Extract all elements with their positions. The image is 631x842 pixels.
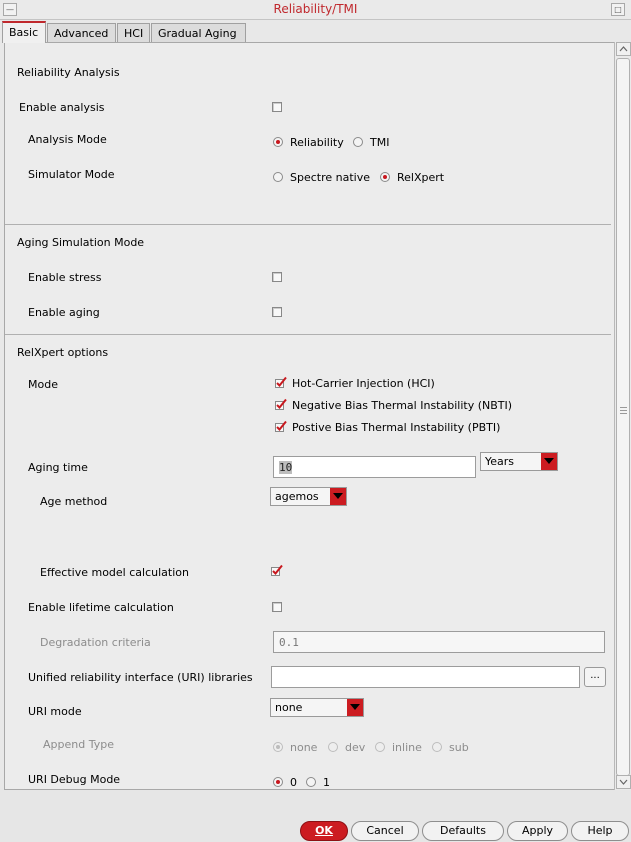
analysis-mode-reliability-label: Reliability xyxy=(290,136,344,149)
chevron-down-icon xyxy=(619,779,628,785)
uri-mode-label: URI mode xyxy=(28,705,82,718)
simulator-mode-label: Simulator Mode xyxy=(28,168,115,181)
enable-analysis-checkbox[interactable] xyxy=(272,102,282,112)
tab-hci[interactable]: HCI xyxy=(117,23,150,43)
tab-gradual-aging[interactable]: Gradual Aging xyxy=(151,23,246,43)
enable-analysis-label: Enable analysis xyxy=(19,101,105,114)
help-button[interactable]: Help xyxy=(571,821,629,841)
help-button-label: Help xyxy=(587,824,613,837)
defaults-button[interactable]: Defaults xyxy=(422,821,504,841)
nbti-label: Negative Bias Thermal Instability (NBTI) xyxy=(292,399,513,412)
analysis-mode-tmi-label: TMI xyxy=(370,136,390,149)
aging-time-label: Aging time xyxy=(28,461,88,474)
grip-line xyxy=(620,410,627,411)
simulator-mode-relxpert-radio[interactable] xyxy=(380,172,390,182)
grip-line xyxy=(620,407,627,408)
chevron-down-icon xyxy=(330,488,346,505)
analysis-mode-label: Analysis Mode xyxy=(28,133,107,146)
ok-button-label: OK xyxy=(315,824,333,837)
section-divider xyxy=(5,334,611,335)
append-type-sub-radio[interactable] xyxy=(432,742,442,752)
mode-label: Mode xyxy=(28,378,58,391)
append-type-none-label: none xyxy=(290,741,318,754)
window-title: Reliability/TMI xyxy=(273,2,358,16)
append-type-sub-label: sub xyxy=(449,741,469,754)
grip-line xyxy=(620,413,627,414)
dialog-footer: OK Cancel Defaults Apply Help xyxy=(0,790,631,842)
simulator-mode-relxpert-label: RelXpert xyxy=(397,171,445,184)
enable-aging-checkbox[interactable] xyxy=(272,307,282,317)
enable-lifetime-checkbox[interactable] xyxy=(272,602,282,612)
section-header-reliability-analysis: Reliability Analysis xyxy=(17,66,120,79)
hci-label: Hot-Carrier Injection (HCI) xyxy=(292,377,435,390)
uri-browse-button[interactable]: ... xyxy=(584,667,606,687)
aging-time-unit-select[interactable]: Years xyxy=(480,452,558,471)
section-divider xyxy=(5,224,611,225)
enable-lifetime-label: Enable lifetime calculation xyxy=(28,601,174,614)
tab-advanced[interactable]: Advanced xyxy=(47,23,116,43)
scroll-thumb[interactable] xyxy=(616,58,630,776)
append-type-dev-label: dev xyxy=(345,741,366,754)
uri-debug-1-radio[interactable] xyxy=(306,777,316,787)
aging-time-input[interactable]: 10 xyxy=(273,456,476,478)
simulator-mode-spectre-label: Spectre native xyxy=(290,171,370,184)
append-type-label: Append Type xyxy=(43,738,114,751)
title-bar: — Reliability/TMI □ xyxy=(0,0,631,20)
enable-stress-checkbox[interactable] xyxy=(272,272,282,282)
append-type-inline-label: inline xyxy=(392,741,422,754)
chevron-down-icon xyxy=(541,453,557,470)
nbti-checkbox[interactable] xyxy=(275,398,287,410)
age-method-value: agemos xyxy=(275,490,319,503)
degradation-criteria-input[interactable]: 0.1 xyxy=(273,631,605,653)
pbti-checkbox[interactable] xyxy=(275,420,287,432)
effective-model-label: Effective model calculation xyxy=(40,566,189,579)
uri-debug-0-radio[interactable] xyxy=(273,777,283,787)
pbti-label: Postive Bias Thermal Instability (PBTI) xyxy=(292,421,501,434)
vertical-scrollbar[interactable] xyxy=(614,42,631,790)
scroll-up-button[interactable] xyxy=(616,42,631,56)
uri-mode-select[interactable]: none xyxy=(270,698,364,717)
append-type-inline-radio[interactable] xyxy=(375,742,385,752)
analysis-mode-reliability-radio[interactable] xyxy=(273,137,283,147)
effective-model-checkbox[interactable] xyxy=(271,564,283,576)
aging-time-value: 10 xyxy=(279,461,293,474)
tab-bar: Basic Advanced HCI Gradual Aging xyxy=(0,21,631,43)
apply-button-label: Apply xyxy=(521,824,554,837)
age-method-select[interactable]: agemos xyxy=(270,487,347,506)
analysis-mode-tmi-radio[interactable] xyxy=(353,137,363,147)
chevron-down-icon xyxy=(347,699,363,716)
maximize-button[interactable]: □ xyxy=(611,3,625,16)
aging-time-unit-value: Years xyxy=(485,455,515,468)
cancel-button-label: Cancel xyxy=(366,824,404,837)
apply-button[interactable]: Apply xyxy=(507,821,568,841)
enable-stress-label: Enable stress xyxy=(28,271,102,284)
uri-mode-value: none xyxy=(275,701,303,714)
uri-libraries-input[interactable] xyxy=(271,666,580,688)
simulator-mode-spectre-radio[interactable] xyxy=(273,172,283,182)
uri-debug-0-label: 0 xyxy=(290,776,297,789)
append-type-dev-radio[interactable] xyxy=(328,742,338,752)
defaults-button-label: Defaults xyxy=(440,824,486,837)
degradation-criteria-label: Degradation criteria xyxy=(40,636,151,649)
ok-button[interactable]: OK xyxy=(300,821,348,841)
section-header-aging-simulation: Aging Simulation Mode xyxy=(17,236,145,249)
enable-aging-label: Enable aging xyxy=(28,306,100,319)
uri-libraries-label: Unified reliability interface (URI) libr… xyxy=(28,671,253,684)
cancel-button[interactable]: Cancel xyxy=(351,821,419,841)
append-type-none-radio[interactable] xyxy=(273,742,283,752)
uri-debug-1-label: 1 xyxy=(323,776,330,789)
scroll-down-button[interactable] xyxy=(616,775,631,789)
chevron-up-icon xyxy=(619,46,628,52)
uri-debug-mode-label: URI Debug Mode xyxy=(28,773,121,786)
basic-tab-panel: Reliability Analysis Enable analysis Ana… xyxy=(4,42,614,790)
maximize-icon: □ xyxy=(614,5,622,14)
tab-basic[interactable]: Basic xyxy=(2,21,46,43)
age-method-label: Age method xyxy=(40,495,108,508)
hci-checkbox[interactable] xyxy=(275,376,287,388)
section-header-relxpert: RelXpert options xyxy=(17,346,109,359)
